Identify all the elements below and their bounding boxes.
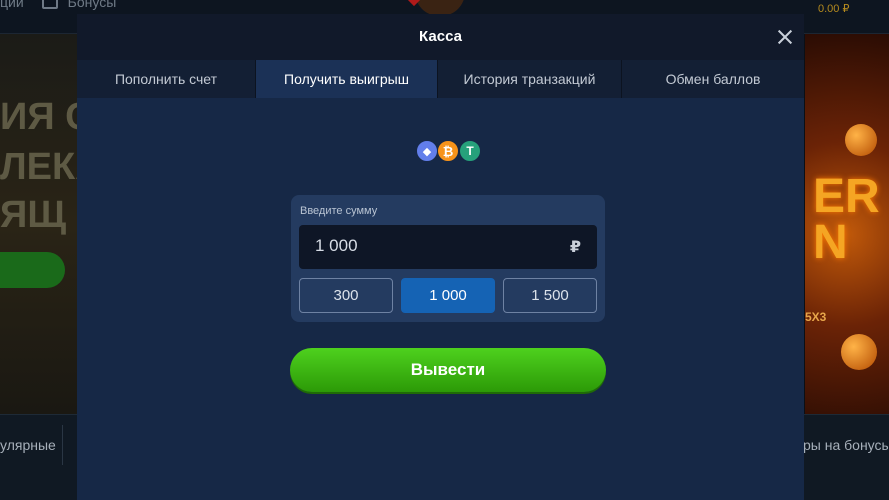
balance-display[interactable]: 0.00 ₽ [818, 2, 849, 15]
amount-input[interactable]: 1 000 ₽ [299, 225, 597, 269]
cashier-modal: Касса Пополнить счет Получить выигрыш Ис… [77, 14, 804, 500]
category-bonus-games[interactable]: ры на бонусы [803, 437, 889, 453]
ruble-icon: ₽ [569, 239, 581, 256]
cashier-tabs: Пополнить счет Получить выигрыш История … [77, 60, 804, 98]
preset-1000-button[interactable]: 1 000 [401, 278, 495, 313]
promo-banner-left: ИЯ СО ЛЕКА ЯЩ [0, 34, 121, 414]
tab-transaction-history[interactable]: История транзакций [438, 60, 622, 98]
site-nav: ции Бонусы [0, 0, 116, 10]
amount-value[interactable]: 1 000 [315, 236, 358, 256]
modal-header: Касса [77, 14, 804, 60]
promo-text-line: ЯЩ [0, 194, 67, 236]
preset-1500-button[interactable]: 1 500 [503, 278, 597, 313]
category-popular[interactable]: улярные [0, 437, 56, 453]
close-icon[interactable] [775, 27, 795, 47]
modal-title: Касса [419, 28, 462, 45]
coin-orb-icon [841, 334, 877, 370]
tab-points-exchange[interactable]: Обмен баллов [622, 60, 804, 98]
promo-cta-button[interactable] [0, 252, 65, 288]
amount-presets: 300 1 000 1 500 [299, 278, 597, 313]
orange-orb-icon [845, 124, 877, 156]
tab-deposit[interactable]: Пополнить счет [77, 60, 256, 98]
preset-300-button[interactable]: 300 [299, 278, 393, 313]
bitcoin-icon: ₿ [437, 140, 459, 162]
amount-card: Введите сумму 1 000 ₽ 300 1 000 1 500 [291, 195, 605, 322]
tether-icon: T [459, 140, 481, 162]
category-divider [62, 425, 63, 465]
promo-banner-right: ER N 5X3 [805, 34, 889, 414]
nav-item-bonuses[interactable]: Бонусы [68, 0, 117, 10]
nav-item-promotions[interactable]: ции [0, 0, 24, 10]
ethereum-icon: ◆ [416, 140, 438, 162]
promo-game-tag: 5X3 [805, 310, 827, 324]
promo-game-title: ER N [813, 170, 880, 269]
withdraw-button[interactable]: Вывести [290, 348, 606, 392]
crypto-icons: ◆ ₿ T [416, 140, 482, 162]
amount-label: Введите сумму [300, 205, 378, 217]
gift-icon [41, 0, 58, 9]
tab-withdraw[interactable]: Получить выигрыш [256, 60, 438, 98]
